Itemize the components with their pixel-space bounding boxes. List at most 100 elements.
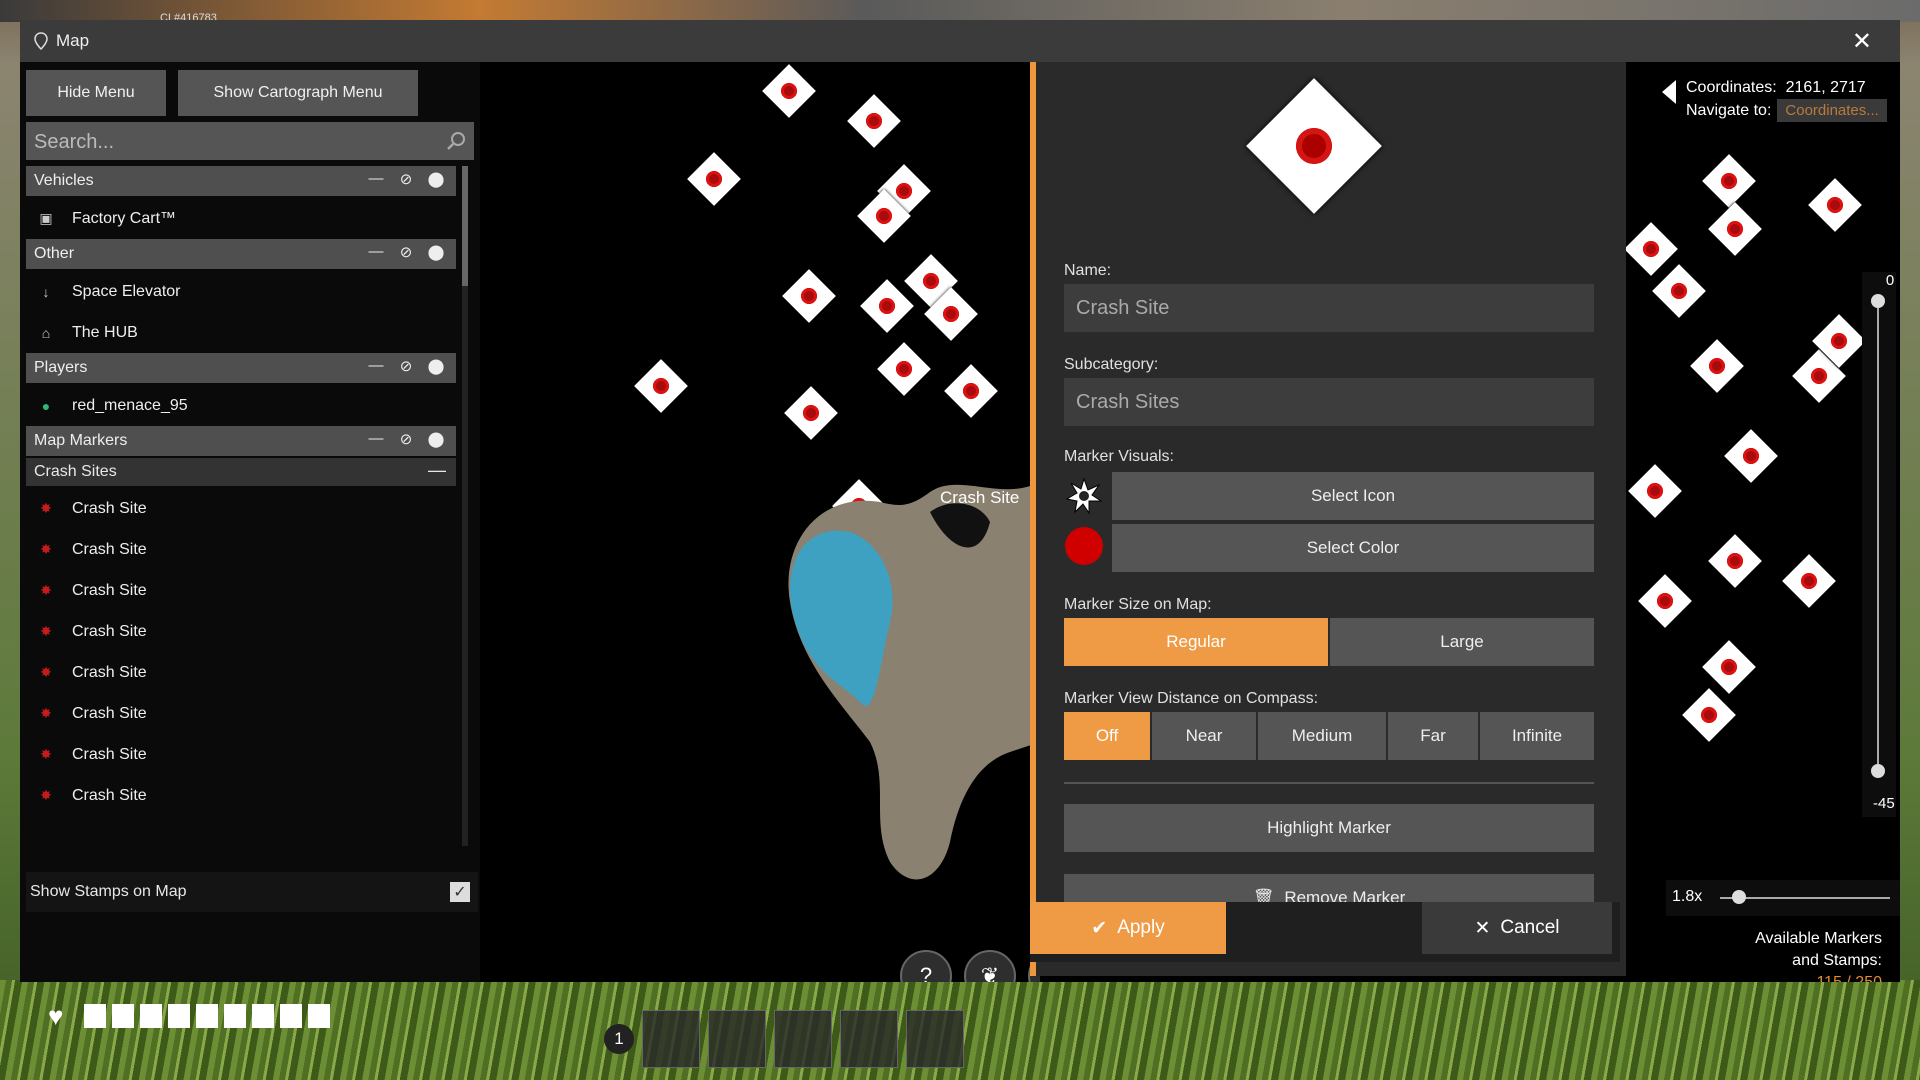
- crash-site-marker[interactable]: [634, 359, 688, 413]
- visibility-icon[interactable]: ⊘: [396, 430, 416, 448]
- list-scrollbar[interactable]: [462, 166, 468, 846]
- crash-site-marker[interactable]: [1708, 202, 1762, 256]
- game-hud: ♥ 1: [0, 990, 1920, 1080]
- crash-site-marker[interactable]: [877, 342, 931, 396]
- hotbar: 1: [604, 1010, 964, 1068]
- crash-site-marker[interactable]: [1690, 339, 1744, 393]
- list-item[interactable]: ✸ Crash Site: [26, 693, 456, 734]
- crash-site-icon: ✸: [40, 582, 52, 598]
- distance-medium-button[interactable]: Medium: [1258, 712, 1386, 760]
- list-item-label: The HUB: [72, 323, 138, 341]
- hotbar-slot[interactable]: [774, 1010, 832, 1068]
- slider-top-value: 0: [1885, 272, 1895, 289]
- category-map-markers[interactable]: Map Markers — ⊘ ⬤: [26, 426, 456, 456]
- hotbar-slot[interactable]: [708, 1010, 766, 1068]
- visibility-icon[interactable]: ⊘: [396, 170, 416, 188]
- list-item-factory-cart[interactable]: ▣ Factory Cart™: [26, 198, 456, 239]
- subcategory-crash-sites[interactable]: Crash Sites —: [26, 458, 456, 486]
- crash-site-marker[interactable]: [1652, 264, 1706, 318]
- color-swatch[interactable]: [1064, 526, 1104, 566]
- visibility-icon[interactable]: ⊘: [396, 243, 416, 261]
- list-item[interactable]: ✸ Crash Site: [26, 529, 456, 570]
- hide-menu-button[interactable]: Hide Menu: [26, 70, 166, 116]
- subcategory-field[interactable]: Crash Sites: [1064, 378, 1594, 426]
- scrollbar-thumb[interactable]: [462, 166, 468, 286]
- collapse-icon[interactable]: —: [366, 430, 386, 448]
- crash-site-marker[interactable]: [1702, 154, 1756, 208]
- crash-site-marker[interactable]: [1808, 178, 1862, 232]
- crash-site-marker[interactable]: [1638, 574, 1692, 628]
- list-item-player[interactable]: ● red_menace_95: [26, 385, 456, 426]
- distance-off-button[interactable]: Off: [1064, 712, 1150, 760]
- size-regular-button[interactable]: Regular: [1064, 618, 1328, 666]
- category-other[interactable]: Other — ⊘ ⬤: [26, 239, 456, 269]
- crash-site-marker[interactable]: [860, 279, 914, 333]
- collapse-icon[interactable]: —: [428, 460, 446, 481]
- crash-site-marker[interactable]: [1702, 640, 1756, 694]
- search-input[interactable]: [26, 122, 436, 162]
- zoom-slider-knob[interactable]: [1732, 890, 1746, 904]
- view-distance-label: Marker View Distance on Compass:: [1064, 690, 1319, 707]
- crash-site-marker[interactable]: [1628, 464, 1682, 518]
- size-large-button[interactable]: Large: [1330, 618, 1594, 666]
- map-canvas-right[interactable]: Coordinates: 2161, 2717 Navigate to: Coor…: [1620, 62, 1900, 982]
- distance-near-button[interactable]: Near: [1152, 712, 1256, 760]
- hotbar-slot[interactable]: [840, 1010, 898, 1068]
- map-canvas[interactable]: Crash Site ? ❦ ⛺ ✸ ▤ ✿ 💧 ☢: [480, 62, 1040, 982]
- vertical-slider[interactable]: [1862, 272, 1896, 817]
- crash-site-marker[interactable]: [944, 364, 998, 418]
- cancel-button[interactable]: ✕ Cancel: [1422, 902, 1612, 954]
- map-pin-icon[interactable]: ⬤: [426, 243, 446, 261]
- highlight-marker-button[interactable]: Highlight Marker: [1064, 804, 1594, 852]
- crash-site-marker[interactable]: [687, 152, 741, 206]
- map-pin-icon[interactable]: ⬤: [426, 170, 446, 188]
- slider-knob-top[interactable]: [1871, 294, 1885, 308]
- crash-site-marker[interactable]: [784, 386, 838, 440]
- name-field[interactable]: Crash Site: [1064, 284, 1594, 332]
- crash-site-marker[interactable]: [1624, 222, 1678, 276]
- crash-site-marker[interactable]: [847, 94, 901, 148]
- help-icon[interactable]: ?: [900, 950, 952, 982]
- list-item[interactable]: ✸ Crash Site: [26, 488, 456, 529]
- navigate-input[interactable]: Coordinates...: [1777, 99, 1887, 122]
- category-players[interactable]: Players — ⊘ ⬤: [26, 353, 456, 383]
- crash-site-marker[interactable]: [782, 269, 836, 323]
- close-button[interactable]: ✕: [1852, 27, 1872, 56]
- category-vehicles[interactable]: Vehicles — ⊘ ⬤: [26, 166, 456, 196]
- list-item[interactable]: ✸ Crash Site: [26, 652, 456, 693]
- list-item-the-hub[interactable]: ⌂ The HUB: [26, 312, 456, 353]
- map-pin-icon[interactable]: ⬤: [426, 357, 446, 375]
- map-pin-icon[interactable]: ⬤: [426, 430, 446, 448]
- health-segment: [308, 1004, 330, 1028]
- list-item-space-elevator[interactable]: ↓ Space Elevator: [26, 271, 456, 312]
- crash-site-marker[interactable]: [1782, 554, 1836, 608]
- slider-knob-bottom[interactable]: [1871, 764, 1885, 778]
- collapse-icon[interactable]: —: [366, 243, 386, 261]
- crash-site-icon: ✸: [40, 787, 52, 803]
- hotbar-slot[interactable]: [642, 1010, 700, 1068]
- collapse-icon[interactable]: —: [366, 357, 386, 375]
- list-item[interactable]: ✸ Crash Site: [26, 775, 456, 816]
- select-icon-button[interactable]: Select Icon: [1112, 472, 1594, 520]
- show-stamps-checkbox[interactable]: ✓: [450, 882, 470, 902]
- hotbar-slot[interactable]: [906, 1010, 964, 1068]
- search-icon[interactable]: [446, 130, 468, 152]
- distance-far-button[interactable]: Far: [1388, 712, 1478, 760]
- apply-button[interactable]: ✔ Apply: [1030, 902, 1226, 954]
- list-item[interactable]: ✸ Crash Site: [26, 570, 456, 611]
- show-stamps-row[interactable]: Show Stamps on Map ✓: [26, 872, 478, 912]
- collapse-icon[interactable]: —: [366, 170, 386, 188]
- crash-site-marker[interactable]: [1708, 534, 1762, 588]
- list-item[interactable]: ✸ Crash Site: [26, 734, 456, 775]
- list-item[interactable]: ✸ Crash Site: [26, 611, 456, 652]
- visibility-icon[interactable]: ⊘: [396, 357, 416, 375]
- crash-site-marker[interactable]: [1724, 429, 1778, 483]
- arrow-left-icon[interactable]: [1662, 80, 1676, 104]
- distance-infinite-button[interactable]: Infinite: [1480, 712, 1594, 760]
- crash-site-marker[interactable]: [762, 64, 816, 118]
- leaf-icon[interactable]: ❦: [964, 950, 1016, 982]
- show-cartograph-menu-button[interactable]: Show Cartograph Menu: [178, 70, 418, 116]
- crash-site-marker[interactable]: [1682, 688, 1736, 742]
- category-label: Vehicles: [34, 172, 94, 189]
- select-color-button[interactable]: Select Color: [1112, 524, 1594, 572]
